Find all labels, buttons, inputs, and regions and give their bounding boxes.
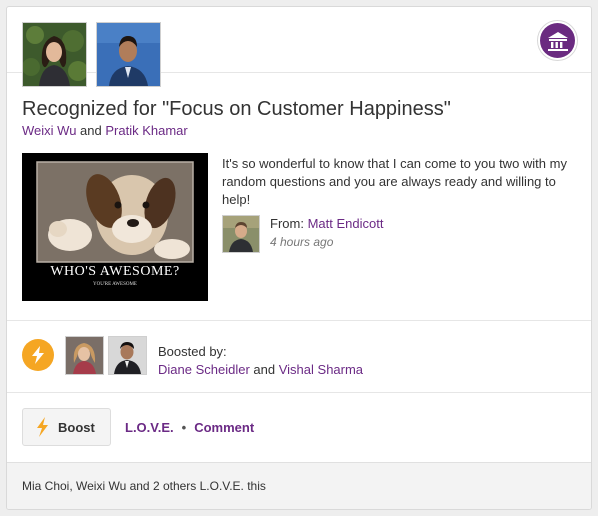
from-label: From: <box>270 216 304 231</box>
boost-button[interactable]: Boost <box>22 408 111 446</box>
recipient-link-pratik-khamar[interactable]: Pratik Khamar <box>105 123 187 138</box>
recipient-avatar-weixi-wu[interactable] <box>22 22 87 87</box>
sender-link[interactable]: Matt Endicott <box>308 216 384 231</box>
actions-separator: • <box>181 420 187 435</box>
boost-badge <box>22 339 54 371</box>
booster-names: Diane Scheidler and Vishal Sharma <box>158 362 363 377</box>
booster-avatar-vishal-sharma[interactable] <box>108 336 147 375</box>
value-badge[interactable] <box>537 20 578 61</box>
gif-caption: WHO'S AWESOME? <box>50 264 180 279</box>
love-summary[interactable]: Mia Choi, Weixi Wu and 2 others L.O.V.E.… <box>22 479 266 493</box>
section-divider <box>7 320 591 321</box>
booster-avatar-diane-scheidler[interactable] <box>65 336 104 375</box>
building-icon <box>540 23 575 58</box>
card-header <box>7 7 591 73</box>
boost-button-label: Boost <box>58 419 95 435</box>
recognition-title: Recognized for "Focus on Customer Happin… <box>22 98 451 120</box>
sender-avatar[interactable] <box>222 215 260 253</box>
message-from: From: Matt Endicott <box>270 216 383 231</box>
recipients-connector: and <box>80 123 102 138</box>
recognition-message: It's so wonderful to know that I can com… <box>222 156 567 207</box>
comment-link[interactable]: Comment <box>194 420 254 435</box>
timestamp: 4 hours ago <box>270 235 334 249</box>
love-link[interactable]: L.O.V.E. <box>125 420 174 435</box>
recognition-card: Recognized for "Focus on Customer Happin… <box>6 6 592 510</box>
boosted-by-label: Boosted by: <box>158 344 227 359</box>
recipient-names: Weixi Wu and Pratik Khamar <box>22 123 188 138</box>
recipient-avatar-pratik-khamar[interactable] <box>96 22 161 87</box>
booster-link-diane-scheidler[interactable]: Diane Scheidler <box>158 362 250 377</box>
boosters-connector: and <box>253 362 276 377</box>
recipient-link-weixi-wu[interactable]: Weixi Wu <box>22 123 76 138</box>
booster-link-vishal-sharma[interactable]: Vishal Sharma <box>279 362 363 377</box>
card-footer: Mia Choi, Weixi Wu and 2 others L.O.V.E.… <box>7 462 591 509</box>
gif-subcaption: YOU'RE AWESOME <box>93 282 137 287</box>
awesome-gif: WHO'S AWESOME? YOU'RE AWESOME <box>22 153 208 301</box>
lightning-icon <box>37 417 48 437</box>
section-divider <box>7 392 591 393</box>
card-actions: L.O.V.E. • Comment <box>125 420 254 435</box>
lightning-icon <box>32 346 44 364</box>
